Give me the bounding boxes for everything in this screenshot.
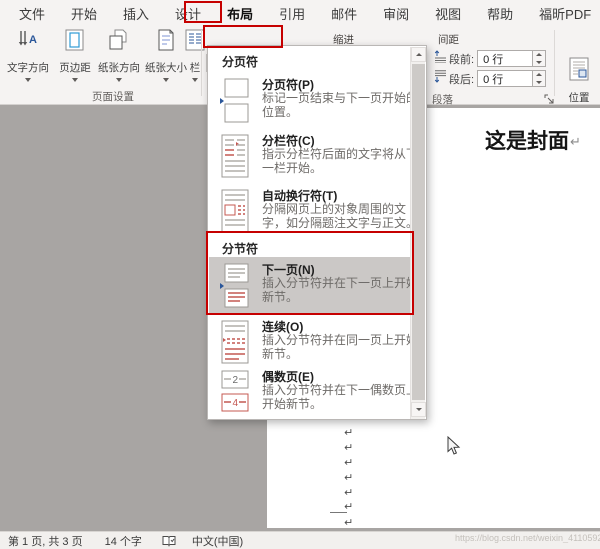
button-label: 纸张方向 bbox=[98, 60, 140, 75]
position-icon bbox=[566, 56, 592, 87]
chevron-down-icon bbox=[72, 78, 78, 82]
mouse-cursor bbox=[447, 436, 461, 461]
paragraph-mark: ↵ bbox=[344, 441, 353, 454]
text-cursor-line bbox=[330, 512, 347, 513]
scrollbar-thumb[interactable] bbox=[412, 64, 425, 400]
tab-mailings[interactable]: 邮件 bbox=[323, 1, 365, 26]
orientation-icon bbox=[107, 28, 131, 57]
tab-review[interactable]: 审阅 bbox=[375, 1, 417, 26]
next-page-icon bbox=[218, 263, 250, 314]
menu-item-next-page[interactable]: 下一页(N) 插入分节符并在下一页上开始新节。 bbox=[208, 261, 411, 313]
tab-home[interactable]: 开始 bbox=[63, 1, 105, 26]
spacing-after-input[interactable]: 0 行 bbox=[477, 70, 533, 87]
spacing-after-label: 段后: bbox=[449, 71, 474, 87]
tab-help[interactable]: 帮助 bbox=[479, 1, 521, 26]
page-info[interactable]: 第 1 页, 共 3 页 bbox=[8, 533, 83, 549]
menu-item-text-wrapping[interactable]: 自动换行符(T) 分隔网页上的对象周围的文字，如分隔题注文字与正文。 bbox=[208, 187, 411, 235]
tab-view[interactable]: 视图 bbox=[427, 1, 469, 26]
menu-item-page-break[interactable]: 分页符(P) 标记一页结束与下一页开始的位置。 bbox=[208, 76, 411, 128]
menu-item-desc: 插入分节符并在下一偶数页上开始新节。 bbox=[262, 384, 422, 411]
spacing-label: 间距 bbox=[438, 32, 459, 47]
paragraph-mark: ↵ bbox=[344, 471, 353, 484]
paragraph-mark: ↵ bbox=[344, 426, 353, 439]
button-label: 页边距 bbox=[59, 60, 91, 75]
paragraph-mark: ↵ bbox=[344, 486, 353, 499]
spacing-after-stepper[interactable] bbox=[533, 70, 546, 87]
page-setup-group-label: 页面设置 bbox=[92, 89, 134, 104]
chevron-down-icon bbox=[163, 78, 169, 82]
paragraph-mark: ↵ bbox=[344, 456, 353, 469]
menu-item-desc: 插入分节符并在同一页上开始新节。 bbox=[262, 334, 422, 361]
paper-size-icon bbox=[154, 28, 178, 57]
position-button-label: 位置 bbox=[569, 90, 590, 105]
button-label: 文字方向 bbox=[7, 60, 49, 75]
menu-item-desc: 插入分节符并在下一页上开始新节。 bbox=[262, 277, 422, 304]
tab-insert[interactable]: 插入 bbox=[115, 1, 157, 26]
spacing-before-label: 段前: bbox=[449, 51, 474, 67]
language-indicator[interactable]: 中文(中国) bbox=[192, 533, 243, 549]
chevron-down-icon bbox=[116, 78, 122, 82]
paragraph-mark: ↵ bbox=[344, 516, 353, 529]
even-page-icon: 2 4 bbox=[218, 370, 250, 421]
spacing-before-control: 段前: 0 行 bbox=[434, 50, 546, 67]
menu-item-desc: 标记一页结束与下一页开始的位置。 bbox=[262, 92, 422, 119]
tab-foxit-pdf[interactable]: 福昕PDF bbox=[531, 1, 599, 26]
chevron-down-icon bbox=[25, 78, 31, 82]
menu-item-column-break[interactable]: 分栏符(C) 指示分栏符后面的文字将从下一栏开始。 bbox=[208, 132, 411, 180]
page-breaks-header: 分页符 bbox=[222, 53, 258, 70]
spacing-before-icon bbox=[434, 50, 447, 68]
spacing-after-icon bbox=[434, 70, 447, 88]
orientation-button[interactable]: 纸张方向 bbox=[96, 28, 142, 90]
ribbon-tab-bar: 文件 开始 插入 设计 布局 引用 邮件 审阅 视图 帮助 福昕PDF bbox=[0, 0, 600, 26]
scroll-down-icon[interactable] bbox=[411, 402, 426, 417]
tab-file[interactable]: 文件 bbox=[11, 1, 53, 26]
column-break-icon bbox=[218, 134, 250, 185]
scroll-up-icon[interactable] bbox=[411, 47, 426, 62]
menu-item-desc: 指示分栏符后面的文字将从下一栏开始。 bbox=[262, 148, 422, 175]
paragraph-mark: ↵ bbox=[570, 134, 581, 149]
breaks-dropdown-menu: 分页符 分页符(P) 标记一页结束与下一页开始的位置。 bbox=[207, 45, 427, 420]
watermark-text: https://blog.csdn.net/weixin_41105922 bbox=[455, 533, 600, 543]
spacing-before-stepper[interactable] bbox=[533, 50, 546, 67]
svg-text:2: 2 bbox=[233, 375, 239, 386]
word-app-window: 文件 开始 插入 设计 布局 引用 邮件 审阅 视图 帮助 福昕PDF A 文字… bbox=[0, 0, 600, 549]
menu-item-continuous[interactable]: 连续(O) 插入分节符并在同一页上开始新节。 bbox=[208, 318, 411, 370]
spacing-after-control: 段后: 0 行 bbox=[434, 70, 546, 87]
page-break-icon bbox=[218, 78, 250, 129]
margins-icon bbox=[63, 28, 87, 57]
cover-text: 这是封面 bbox=[485, 128, 569, 153]
text-wrapping-icon bbox=[218, 189, 250, 240]
margins-button[interactable]: 页边距 bbox=[52, 28, 98, 90]
text-direction-icon: A bbox=[16, 28, 40, 57]
text-direction-button[interactable]: A 文字方向 bbox=[5, 28, 51, 90]
svg-text:4: 4 bbox=[233, 398, 239, 409]
proofing-icon[interactable] bbox=[162, 535, 176, 547]
menu-scrollbar[interactable] bbox=[410, 47, 425, 419]
menu-item-even-page[interactable]: 2 4 偶数页(E) 插入分节符并在下一偶数页上开始新节。 bbox=[208, 368, 411, 420]
tab-design[interactable]: 设计 bbox=[167, 1, 209, 26]
spacing-before-input[interactable]: 0 行 bbox=[477, 50, 533, 67]
tab-references[interactable]: 引用 bbox=[271, 1, 313, 26]
chevron-down-icon bbox=[192, 78, 198, 82]
section-breaks-header: 分节符 bbox=[222, 240, 258, 257]
continuous-icon bbox=[218, 320, 250, 371]
columns-icon bbox=[183, 28, 207, 57]
button-label: 栏 bbox=[190, 60, 201, 75]
word-count[interactable]: 14 个字 bbox=[105, 533, 142, 549]
menu-item-desc: 分隔网页上的对象周围的文字，如分隔题注文字与正文。 bbox=[262, 203, 422, 230]
svg-text:A: A bbox=[29, 34, 37, 46]
cover-text-line: 这是封面↵ bbox=[485, 125, 581, 155]
tab-layout[interactable]: 布局 bbox=[219, 1, 261, 26]
